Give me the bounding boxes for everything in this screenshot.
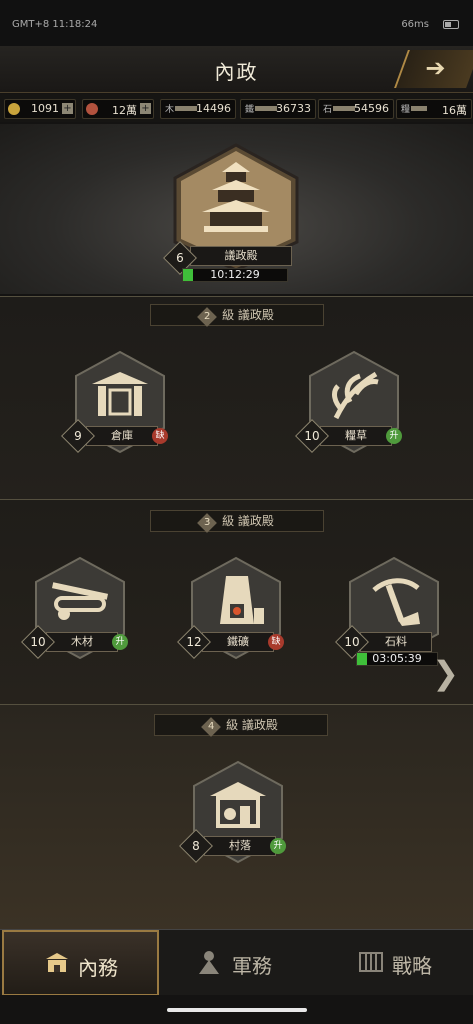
- saw-icon: [51, 582, 109, 620]
- building-village[interactable]: 村落 8 升: [179, 760, 286, 864]
- tier-2-banner: 2級 議政殿: [150, 304, 324, 327]
- resource-iron: 鐵 36733: [240, 99, 316, 119]
- status-bar: GMT+8 11:18:24 66ms: [0, 0, 473, 46]
- soldier-icon: [199, 951, 219, 974]
- iron-icon: [255, 106, 277, 111]
- tier-3-banner: 3級 議政殿: [150, 510, 324, 533]
- scroll-icon: [359, 952, 383, 972]
- hall-progress-fill: [183, 269, 194, 281]
- resource-token[interactable]: 12萬 +: [82, 99, 154, 119]
- warehouse-name: 倉庫: [86, 426, 158, 446]
- battery-icon: [443, 20, 459, 29]
- add-token-button[interactable]: +: [140, 103, 151, 114]
- home-indicator[interactable]: [0, 995, 473, 1024]
- tab-strategy[interactable]: 戰略: [316, 930, 473, 996]
- building-iron[interactable]: 鐵礦 12 缺: [177, 556, 284, 660]
- building-stone[interactable]: 石料 10 03:05:39: [335, 556, 442, 668]
- bottom-tab-bar: 內務 軍務 戰略: [0, 929, 473, 996]
- stone-name: 石料: [360, 632, 432, 652]
- upgrade-badge[interactable]: 升: [270, 838, 286, 854]
- gate-icon: [92, 372, 148, 416]
- palace-icon: [46, 953, 68, 972]
- tab-internal-affairs[interactable]: 內務: [2, 930, 159, 996]
- village-name: 村落: [204, 836, 276, 856]
- iron-name: 鐵礦: [202, 632, 274, 652]
- status-ping: 66ms: [401, 19, 429, 30]
- wood-name: 木材: [46, 632, 118, 652]
- title-bar: 內政 ➔: [0, 46, 473, 93]
- tier-4-banner: 4級 議政殿: [154, 714, 328, 737]
- resource-wood: 木 14496: [160, 99, 236, 119]
- palace-icon: [202, 162, 270, 232]
- upgrade-badge[interactable]: 升: [112, 634, 128, 650]
- forward-button[interactable]: ➔: [394, 50, 473, 88]
- chevron-right-icon[interactable]: ❯: [432, 654, 459, 692]
- stone-icon: [333, 106, 355, 111]
- grain-name: 糧草: [320, 426, 392, 446]
- arrow-right-icon: ➔: [425, 54, 446, 82]
- tier-2-band: [0, 296, 473, 499]
- pickaxe-icon: [372, 578, 420, 626]
- upgrade-badge[interactable]: 升: [386, 428, 402, 444]
- wood-icon: [175, 106, 197, 111]
- resource-grain: 糧 16萬: [396, 99, 472, 119]
- hall-name: 議政殿: [190, 246, 292, 266]
- lack-badge: 缺: [268, 634, 284, 650]
- lack-badge: 缺: [152, 428, 168, 444]
- building-warehouse[interactable]: 倉庫 9 缺: [61, 350, 168, 454]
- token-icon: [86, 103, 98, 115]
- stone-progress-fill: [357, 653, 367, 665]
- add-coin-button[interactable]: +: [62, 103, 73, 114]
- coin-icon: [8, 103, 20, 115]
- tab-military-affairs[interactable]: 軍務: [160, 930, 317, 996]
- buildings-scene: 議政殿 6 10:12:29 2級 議政殿 倉庫 9 缺 糧草 10 升 3 級…: [0, 124, 473, 930]
- building-hall[interactable]: 議政殿 6 10:12:29: [163, 142, 302, 292]
- village-icon: [210, 782, 266, 828]
- furnace-icon: [220, 576, 264, 624]
- building-grain[interactable]: 糧草 10 升: [295, 350, 402, 454]
- status-time: GMT+8 11:18:24: [12, 19, 98, 30]
- resource-coin[interactable]: 1091 +: [4, 99, 76, 119]
- wheat-icon: [332, 371, 379, 420]
- resource-stone: 石 54596: [318, 99, 394, 119]
- stone-timer: 03:05:39: [356, 652, 438, 666]
- resource-bar: 1091 + 12萬 + 木 14496 鐵 36733 石 54596 糧 1…: [0, 94, 473, 122]
- building-wood[interactable]: 木材 10 升: [21, 556, 128, 660]
- hall-timer: 10:12:29: [182, 268, 288, 282]
- grain-icon: [411, 106, 427, 111]
